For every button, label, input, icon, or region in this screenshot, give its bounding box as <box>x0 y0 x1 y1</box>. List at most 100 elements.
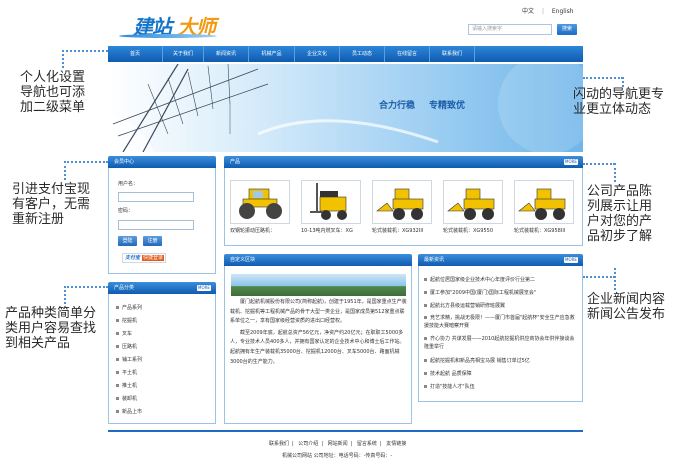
member-panel-header: 会员中心 <box>108 156 216 168</box>
bullet-icon <box>424 316 427 319</box>
product-card[interactable]: 双钢轮振动压路机： <box>230 180 292 234</box>
lang-chinese-link[interactable]: 中文 <box>522 8 534 15</box>
callout-nav-custom: 个人化设置 导航也可添 加二级菜单 <box>20 70 85 115</box>
category-label: 推土机 <box>122 383 138 389</box>
news-item[interactable]: 技术起航 品质保障 <box>424 370 472 377</box>
lang-english-link[interactable]: English <box>552 8 574 15</box>
category-item[interactable]: 铺工系列 <box>116 356 142 363</box>
footer-link[interactable]: 友情链接 <box>386 441 406 447</box>
category-item[interactable]: 叉车 <box>116 330 132 337</box>
nav-item-staff[interactable]: 员工动态 <box>340 46 385 62</box>
about-text: 厦门起航机械股份有限公司(简称起航)，创建于1951年，是国家重点生产装载机、挖… <box>230 298 408 367</box>
connector <box>583 163 615 165</box>
category-item[interactable]: 装卸机 <box>116 395 137 402</box>
footer-link[interactable]: 公司介绍 <box>298 441 318 447</box>
bullet-icon <box>424 337 427 340</box>
news-item[interactable]: 起航北方县级运载营销研修班展翼 <box>424 302 505 309</box>
bullet-icon <box>424 304 427 307</box>
search-button[interactable]: 搜索 <box>557 24 577 35</box>
categories-more-button[interactable]: MORE <box>197 285 211 291</box>
product-image[interactable] <box>372 180 432 224</box>
product-card[interactable]: 轮式装载机：XG9550 <box>443 180 505 234</box>
bullet-icon <box>116 358 119 361</box>
connector <box>62 50 108 52</box>
connector <box>64 161 108 163</box>
product-image[interactable] <box>443 180 503 224</box>
news-title: 起航北方县级运载营销研修班展翼 <box>430 303 506 309</box>
callout-line: 闪动的导航更专 <box>573 87 665 102</box>
products-panel-title: 产品 <box>230 159 241 165</box>
connector <box>64 161 66 180</box>
category-item[interactable]: 新品上市 <box>116 408 142 415</box>
username-field[interactable] <box>118 192 194 202</box>
product-image[interactable] <box>514 180 574 224</box>
footer-link[interactable]: 联系我们 <box>269 441 289 447</box>
search-input[interactable]: 请输入搜索字 <box>468 24 552 35</box>
nav-item-guestbook[interactable]: 在线留言 <box>385 46 430 62</box>
callout-line: 导航也可添 <box>20 85 86 100</box>
language-switcher: 中文 | English <box>522 8 574 15</box>
products-more-button[interactable]: MORE <box>564 159 578 165</box>
news-item[interactable]: 起航挖掘机和新品亮相宝马展 销售订单过5亿 <box>424 357 530 364</box>
connector <box>64 286 66 304</box>
product-card[interactable]: 轮式装载机：XG932III <box>372 180 434 234</box>
about-panel-title: 自定义区块 <box>230 257 256 263</box>
category-label: 压路机 <box>122 344 138 350</box>
nav-item-culture[interactable]: 企业文化 <box>295 46 340 62</box>
product-caption: 双钢轮振动压路机： <box>230 228 276 234</box>
connector <box>62 50 64 68</box>
bullet-icon <box>116 319 119 322</box>
news-item[interactable]: 打造"技能人才"队伍 <box>424 383 475 390</box>
product-caption: 轮式装载机：XG932III <box>372 228 424 234</box>
callout-products: 公司产品陈 列展示让用 户对您的产 品初步了解 <box>587 184 652 244</box>
callout-nav-dynamic: 闪动的导航更专 业更立体动态 <box>573 87 664 117</box>
callout-line: 引进支付宝现 <box>12 182 91 197</box>
banner-slogan-2: 专精致优 <box>429 101 466 111</box>
category-item[interactable]: 产品系列 <box>116 304 142 311</box>
category-item[interactable]: 平土机 <box>116 369 137 376</box>
connector <box>64 286 108 288</box>
login-button[interactable]: 登陆 <box>118 236 137 246</box>
category-label: 新品上市 <box>122 409 143 415</box>
connector <box>583 77 623 79</box>
nav-item-home[interactable]: 首页 <box>108 46 163 62</box>
news-item[interactable]: 齐心协力 共谋发展——2010起航挖掘机供应商协会年供伴接谈会隆重举行 <box>424 335 579 351</box>
site-logo[interactable]: 建站 大师 <box>117 10 227 40</box>
product-card[interactable]: 轮式装载机：XG958III <box>514 180 576 234</box>
bullet-icon <box>116 332 119 335</box>
product-image[interactable] <box>301 180 361 224</box>
category-item[interactable]: 挖掘机 <box>116 317 137 324</box>
banner-crane-graphic <box>108 64 583 152</box>
about-panorama-image <box>231 274 406 296</box>
banner: 合力行稳 专精致优 <box>108 64 583 152</box>
footer-link[interactable]: 网站新闻 <box>328 441 348 447</box>
alipay-login-button[interactable]: 支付宝 快捷登录 <box>122 253 166 263</box>
loader-icon <box>376 188 424 220</box>
nav-item-news[interactable]: 新闻资讯 <box>204 46 249 62</box>
category-item[interactable]: 压路机 <box>116 343 137 350</box>
callout-line: 户对您的产 <box>587 214 653 229</box>
footer-link[interactable]: 留言系统 <box>357 441 377 447</box>
password-field[interactable] <box>118 220 194 230</box>
bullet-icon <box>424 359 427 362</box>
register-button[interactable]: 注册 <box>143 236 162 246</box>
news-item[interactable]: 厦工参加"2009中国(厦门)国际工程机械展览会" <box>424 289 536 296</box>
nav-item-about[interactable]: 关于我们 <box>163 46 204 62</box>
news-title: 打造"技能人才"队伍 <box>430 384 475 390</box>
callout-line: 有客户，无需 <box>12 197 91 212</box>
news-item[interactable]: 竞艺求精，挑战无极限！——厦门市首届"起航杯"安全生产应急救援技能大赛暗察开赛 <box>424 314 579 330</box>
news-title: 竞艺求精，挑战无极限！——厦门市首届"起航杯"安全生产应急救援技能大赛暗察开赛 <box>424 315 575 329</box>
username-label: 用户名： <box>118 181 139 187</box>
callout-categories: 产品种类简单分 类用户容易查找 到相关产品 <box>5 306 96 351</box>
news-item[interactable]: 起航位居国家级企业技术中心年度评价行业第二 <box>424 276 535 283</box>
nav-item-products[interactable]: 机械产品 <box>249 46 295 62</box>
bullet-icon <box>116 410 119 413</box>
callout-line: 产品种类简单分 <box>5 306 97 321</box>
product-card[interactable]: 10-13吨内燃叉车：XG <box>301 180 363 234</box>
product-image[interactable] <box>230 180 290 224</box>
nav-item-contact[interactable]: 联系我们 <box>430 46 475 62</box>
logo-swoosh <box>119 34 217 38</box>
news-more-button[interactable]: MORE <box>564 257 578 263</box>
category-item[interactable]: 推土机 <box>116 382 137 389</box>
news-title: 起航位居国家级企业技术中心年度评价行业第二 <box>430 277 536 283</box>
